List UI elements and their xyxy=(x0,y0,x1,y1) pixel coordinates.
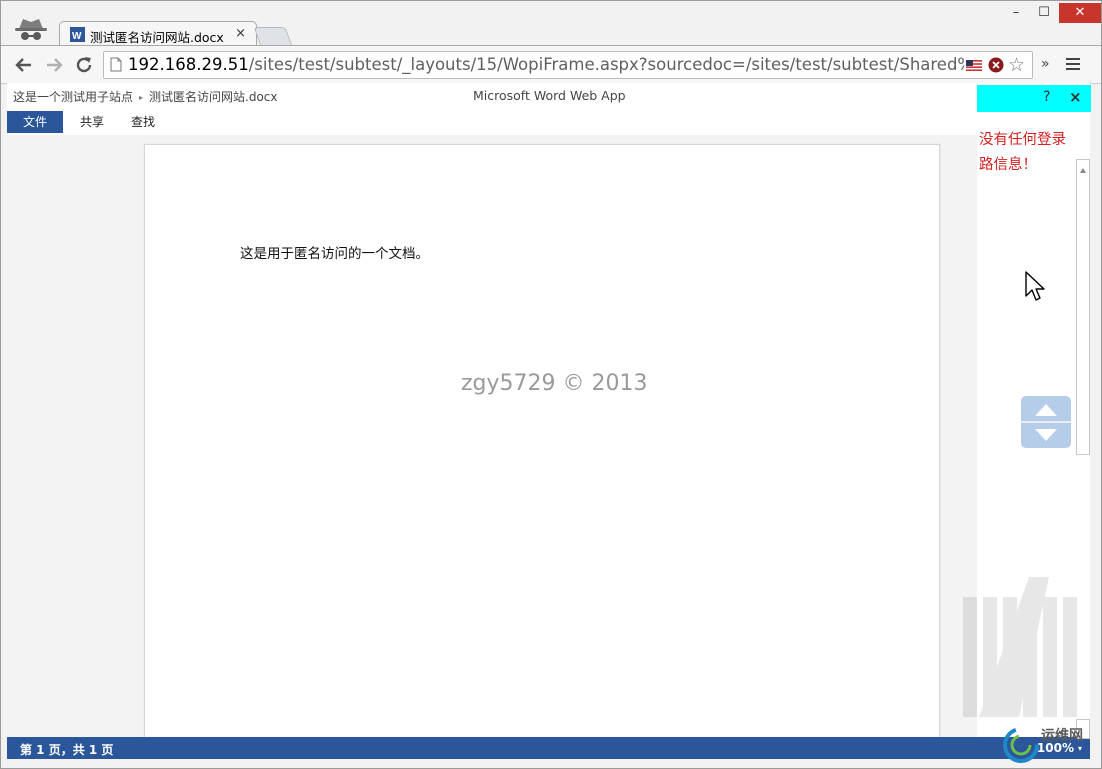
flag-icon[interactable] xyxy=(966,60,982,71)
vertical-scrollbar[interactable] xyxy=(1076,159,1090,455)
document-watermark: zgy5729 © 2013 xyxy=(461,371,648,396)
url-text[interactable]: 192.168.29.51/sites/test/subtest/_layout… xyxy=(128,55,964,74)
url-host: 192.168.29.51 xyxy=(128,55,249,74)
extension-icon[interactable] xyxy=(988,57,1004,73)
minimize-button[interactable]: – xyxy=(1002,3,1030,23)
breadcrumb-separator-icon: ▸ xyxy=(139,93,144,102)
star-icon[interactable]: ☆ xyxy=(1008,54,1025,76)
tab-find[interactable]: 查找 xyxy=(119,111,167,133)
tab-share[interactable]: 共享 xyxy=(67,111,117,133)
back-icon[interactable] xyxy=(13,54,35,76)
extensions-overflow-button[interactable]: » xyxy=(1041,56,1050,72)
mouse-cursor-icon xyxy=(1025,271,1045,301)
side-panel: ? × 没有任何登录路信息！ xyxy=(977,85,1091,757)
browser-toolbar: 192.168.29.51/sites/test/subtest/_layout… xyxy=(1,45,1101,84)
site-watermark-text: 运维网 xyxy=(1041,728,1083,744)
breadcrumb-site-link[interactable]: 这是一个测试用子站点 xyxy=(13,90,133,104)
page-count: 第 1 页，共 1 页 xyxy=(20,743,114,757)
title-bar: W 测试匿名访问网站.docx × – ☐ ✕ xyxy=(1,1,1101,47)
new-tab-button[interactable] xyxy=(253,27,293,46)
word-web-app: 这是一个测试用子站点 ▸ 测试匿名访问网站.docx Microsoft Word … xyxy=(7,83,1090,759)
reload-icon[interactable] xyxy=(73,54,95,76)
scroll-up-icon[interactable] xyxy=(1080,166,1086,176)
breadcrumb-document[interactable]: 测试匿名访问网站.docx xyxy=(149,90,277,104)
site-logo-icon xyxy=(1003,727,1039,763)
arrow-up-icon[interactable] xyxy=(1035,403,1057,417)
page-nav-buttons[interactable] xyxy=(1021,396,1071,448)
help-button[interactable]: ? xyxy=(1043,89,1050,105)
status-bar: 第 1 页，共 1 页 100% ▾ xyxy=(7,737,1090,759)
breadcrumb: 这是一个测试用子站点 ▸ 测试匿名访问网站.docx xyxy=(13,88,278,105)
side-panel-close-button[interactable]: × xyxy=(1069,88,1082,106)
svg-text:W: W xyxy=(72,31,82,42)
browser-window: W 测试匿名访问网站.docx × – ☐ ✕ 192.168.29.51/si… xyxy=(0,0,1102,769)
tab-close-button[interactable]: × xyxy=(235,26,246,41)
menu-icon[interactable] xyxy=(1066,58,1080,70)
forward-icon[interactable] xyxy=(43,54,65,76)
app-title: Microsoft Word Web App xyxy=(473,88,626,103)
window-close-button[interactable]: ✕ xyxy=(1059,3,1101,23)
incognito-icon xyxy=(15,19,47,40)
tab-title: 测试匿名访问网站.docx xyxy=(90,30,224,45)
side-panel-header: ? × xyxy=(977,85,1091,112)
arrow-down-icon[interactable] xyxy=(1035,428,1057,442)
nav-divider xyxy=(1021,421,1071,423)
url-path: /sites/test/subtest/_layouts/15/WopiFram… xyxy=(248,55,964,74)
tab-file[interactable]: 文件 xyxy=(7,111,63,133)
document-body-text: 这是用于匿名访问的一个文档。 xyxy=(240,246,429,262)
address-bar[interactable]: 192.168.29.51/sites/test/subtest/_layout… xyxy=(103,51,1033,79)
document-canvas[interactable]: 这是用于匿名访问的一个文档。 zgy5729 © 2013 xyxy=(7,135,977,746)
ribbon-tabs: 文件 共享 查找 xyxy=(7,111,977,133)
document-page[interactable]: 这是用于匿名访问的一个文档。 zgy5729 © 2013 xyxy=(144,144,940,746)
site-watermark: 运维网 xyxy=(1001,723,1091,763)
tab-active[interactable]: W 测试匿名访问网站.docx × xyxy=(59,21,257,47)
maximize-button[interactable]: ☐ xyxy=(1030,3,1058,23)
login-notice: 没有任何登录路信息！ xyxy=(977,112,1075,222)
page-icon xyxy=(110,57,122,72)
word-favicon-icon: W xyxy=(70,27,85,42)
